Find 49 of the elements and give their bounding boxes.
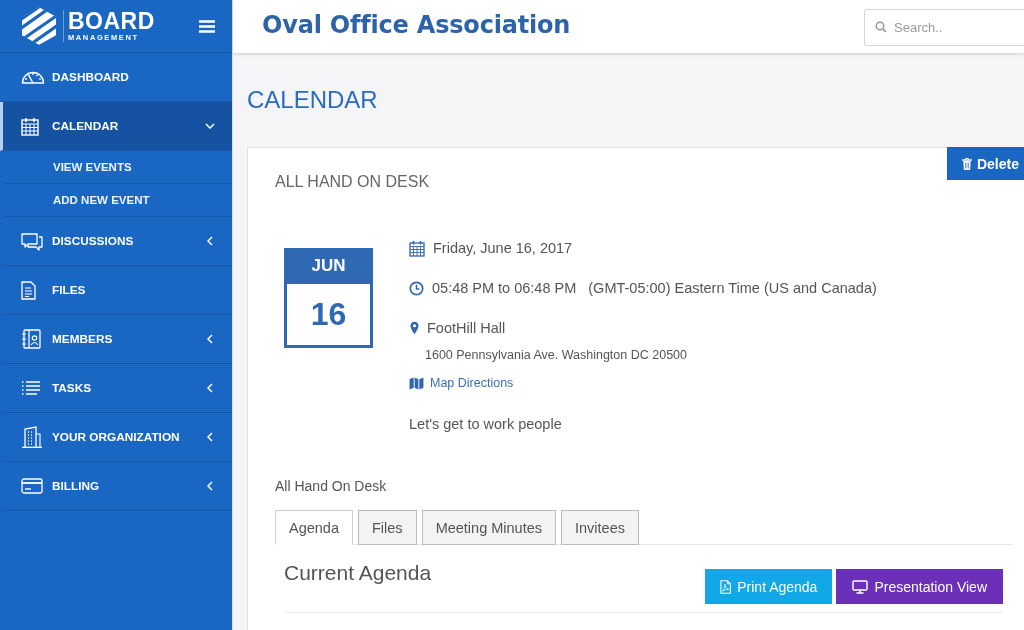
building-icon (21, 426, 43, 448)
presentation-view-button[interactable]: Presentation View (836, 569, 1003, 604)
search-icon (875, 21, 887, 33)
agenda-heading: Current Agenda (284, 561, 432, 585)
event-subtitle: All Hand On Desk (275, 478, 388, 494)
sidebar-item[interactable]: BILLING (0, 462, 232, 511)
gauge-icon (21, 69, 45, 85)
menu-icon[interactable] (199, 19, 215, 33)
trash-icon (961, 157, 972, 170)
submenu-item[interactable]: ADD NEW EVENT (3, 184, 232, 217)
clock-icon (409, 280, 424, 296)
address-book-icon (21, 329, 41, 349)
badge-day: 16 (287, 281, 370, 345)
tab[interactable]: Files (358, 510, 417, 545)
submenu-item[interactable]: VIEW EVENTS (3, 151, 232, 184)
sidebar-item[interactable]: CALENDAR (0, 102, 232, 151)
search-field[interactable]: Search.. (864, 9, 1024, 46)
chat-bubbles-icon (21, 231, 43, 251)
event-title: ALL HAND ON DESK (275, 173, 430, 191)
location-pin-icon (410, 321, 419, 335)
hexagon-logo-icon (21, 6, 57, 46)
page-heading: CALENDAR (247, 86, 379, 114)
event-description: Let's get to work people (409, 416, 563, 432)
credit-card-icon (21, 478, 43, 494)
sidebar-item[interactable]: TASKS (0, 364, 232, 413)
tab[interactable]: Agenda (275, 510, 353, 545)
pdf-file-icon (720, 579, 732, 594)
event-time: 05:48 PM to 06:48 PM (432, 280, 577, 296)
tab[interactable]: Invitees (561, 510, 639, 545)
event-address: 1600 Pennsylvania Ave. Washington DC 20500 (425, 348, 688, 364)
organization-title: Oval Office Association (262, 10, 571, 39)
calendar-icon (409, 239, 425, 257)
tab[interactable]: Meeting Minutes (421, 510, 556, 545)
event-date: Friday, June 16, 2017 (433, 240, 573, 256)
event-timezone: (GMT-05:00) Eastern Time (US and Canada) (588, 280, 877, 296)
sidebar-item[interactable]: YOUR ORGANIZATION (0, 413, 232, 462)
event-venue: FootHill Hall (427, 320, 506, 336)
sidebar-item[interactable]: FILES (0, 266, 232, 315)
map-icon (409, 376, 424, 390)
document-icon (21, 280, 36, 300)
calendar-icon (21, 116, 39, 136)
delete-button[interactable]: Delete (946, 147, 1024, 180)
sidebar-item[interactable]: DISCUSSIONS (0, 217, 232, 266)
list-icon (21, 380, 41, 396)
map-directions-link[interactable]: Map Directions (430, 376, 514, 390)
logo-title: BOARD (68, 10, 155, 34)
sidebar-item[interactable]: MEMBERS (0, 315, 232, 364)
badge-month: JUN (287, 251, 370, 281)
monitor-icon (852, 579, 869, 594)
